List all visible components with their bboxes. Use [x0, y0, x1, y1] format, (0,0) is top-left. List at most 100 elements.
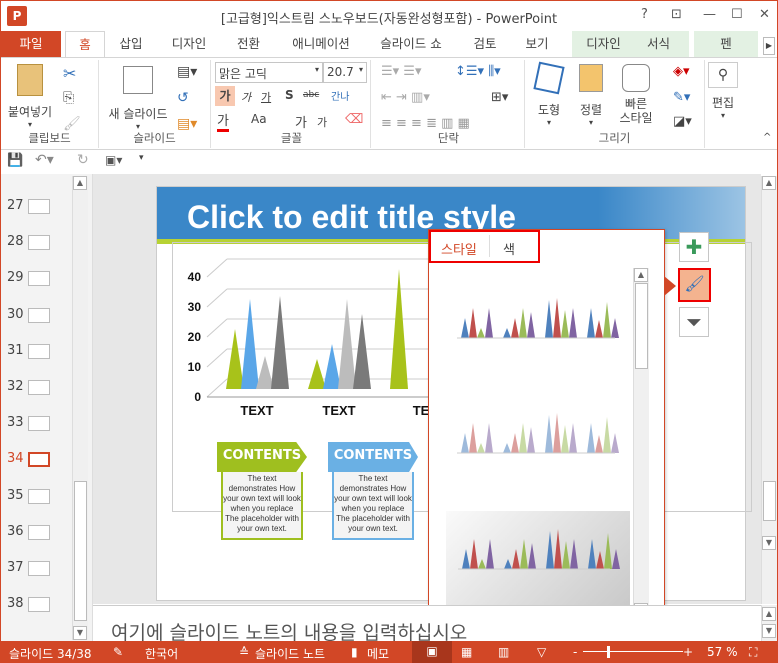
italic-button[interactable]: 가: [241, 89, 251, 105]
slide-thumbnail-27[interactable]: [28, 199, 50, 214]
tab-chart-design[interactable]: 디자인: [576, 31, 631, 57]
chart-style-option-1[interactable]: [445, 280, 635, 380]
fit-to-window-icon[interactable]: ⛶: [749, 645, 757, 660]
reading-view-button[interactable]: ▥: [498, 645, 509, 659]
tab-design[interactable]: 디자인: [164, 31, 214, 57]
scroll-up-icon[interactable]: ▲: [762, 176, 776, 190]
comments-button[interactable]: 메모: [367, 645, 389, 662]
scrollbar-thumb[interactable]: [74, 481, 87, 621]
indent-icon[interactable]: ⇤ ⇥ ▥▾: [381, 90, 430, 105]
tab-chart-format[interactable]: 서식: [636, 31, 681, 57]
tab-style[interactable]: 스타일: [441, 239, 477, 258]
chart-style-option-3[interactable]: [446, 511, 630, 613]
paste-button[interactable]: 붙여넣기 ▾: [7, 64, 53, 129]
shape-outline-icon[interactable]: ✎▾: [673, 90, 690, 105]
editing-button[interactable]: ⚲ 편집 ▾: [707, 62, 739, 120]
shape-effects-icon[interactable]: ◪▾: [673, 114, 692, 129]
reset-icon[interactable]: ↺: [177, 90, 189, 106]
notes-scrollbar[interactable]: ▲ ▼: [761, 605, 777, 641]
slide-thumbnail-38[interactable]: [28, 597, 50, 613]
bullets-icon[interactable]: ☰▾ ☰▾: [381, 64, 422, 79]
maximize-button[interactable]: ☐: [731, 7, 743, 22]
tab-review[interactable]: 검토: [465, 31, 505, 57]
notes-pane[interactable]: 여기에 슬라이드 노트의 내용을 입력하십시오: [93, 605, 761, 644]
scroll-up-icon[interactable]: ▲: [73, 176, 87, 190]
collapse-ribbon-icon[interactable]: ^: [763, 132, 771, 143]
tab-insert[interactable]: 삽입: [111, 31, 151, 57]
char-spacing-button[interactable]: 간나: [331, 88, 349, 103]
tab-pen[interactable]: 펜: [694, 31, 758, 57]
thumbnail-scrollbar[interactable]: ▲ ▼: [72, 176, 88, 640]
slide-sorter-button[interactable]: ▦: [461, 645, 472, 659]
underline-button[interactable]: 가: [261, 89, 271, 105]
notes-button[interactable]: 슬라이드 노트: [255, 645, 325, 662]
zoom-slider[interactable]: [583, 651, 683, 652]
slide-thumbnail-33[interactable]: [28, 416, 50, 432]
start-slideshow-icon[interactable]: ▣▾: [105, 153, 122, 167]
shadow-button[interactable]: S: [285, 88, 294, 102]
bold-button[interactable]: 가: [215, 86, 235, 106]
slide-thumbnail-34[interactable]: [28, 452, 50, 468]
slide-thumbnail-36[interactable]: [28, 524, 50, 540]
close-button[interactable]: ✕: [759, 7, 770, 22]
undo-icon[interactable]: ↶▾: [35, 152, 54, 168]
scrollbar-thumb[interactable]: [763, 481, 776, 521]
quick-styles-button[interactable]: 빠른 스타일: [613, 64, 659, 125]
ribbon-display-button[interactable]: ⊡: [671, 7, 682, 22]
slide-scrollbar[interactable]: ▲ ▼: [761, 176, 777, 604]
contents-box-1[interactable]: CONTENTS The text demonstrates How your …: [217, 442, 307, 544]
line-spacing-icon[interactable]: ↕☰▾ ⫼▾: [455, 64, 501, 79]
zoom-out-button[interactable]: -: [573, 645, 577, 659]
customize-qat-icon[interactable]: ▾: [139, 153, 144, 163]
chart-elements-button[interactable]: ✚: [679, 232, 709, 262]
scrollbar-thumb[interactable]: [635, 283, 648, 369]
help-button[interactable]: ?: [641, 7, 648, 22]
font-color-button[interactable]: 가: [217, 110, 229, 132]
font-name-select[interactable]: 맑은 고딕 ▾: [215, 62, 323, 83]
tab-animations[interactable]: 애니메이션: [286, 31, 356, 57]
shapes-button[interactable]: 도형 ▾: [529, 61, 569, 127]
redo-icon[interactable]: ↻: [77, 152, 89, 168]
spellcheck-icon[interactable]: ✎: [113, 645, 123, 659]
slide-thumbnail-37[interactable]: [28, 561, 50, 576]
tab-view[interactable]: 보기: [517, 31, 557, 57]
strikethrough-button[interactable]: abc: [303, 90, 319, 100]
grow-font-button[interactable]: 가: [295, 112, 307, 131]
align-icons[interactable]: ≡ ≡ ≡ ≣ ▥ ▦: [381, 116, 470, 131]
minimize-button[interactable]: —: [703, 7, 716, 22]
align-text-icon[interactable]: ⊞▾: [491, 90, 508, 105]
new-slide-button[interactable]: 새 슬라이드 ▾: [103, 64, 173, 131]
language-indicator[interactable]: 한국어: [145, 645, 178, 662]
shrink-font-button[interactable]: 가: [317, 114, 327, 130]
slide-thumbnail-31[interactable]: [28, 343, 50, 359]
contents-box-2[interactable]: CONTENTS The text demonstrates How your …: [328, 442, 418, 544]
slideshow-button[interactable]: ▽: [537, 645, 546, 659]
scissors-icon[interactable]: ✂: [63, 64, 76, 83]
chart-filters-button[interactable]: ⏷: [679, 307, 709, 337]
slide-thumbnail-35[interactable]: [28, 488, 50, 504]
tab-home[interactable]: 홈: [65, 31, 105, 58]
slide-thumbnail-32[interactable]: [28, 380, 50, 395]
tab-transitions[interactable]: 전환: [226, 31, 271, 57]
zoom-level[interactable]: 57 %: [707, 645, 738, 659]
slide-thumbnail-30[interactable]: [28, 307, 50, 323]
chart-style-option-2[interactable]: [445, 395, 635, 490]
change-case-button[interactable]: Aa: [251, 112, 267, 126]
copy-icon[interactable]: ⎘: [63, 90, 74, 106]
zoom-in-button[interactable]: +: [683, 645, 693, 659]
slide-thumbnail-29[interactable]: [28, 271, 50, 287]
scroll-up-icon[interactable]: ▲: [634, 268, 648, 282]
layout-icon[interactable]: ▤▾: [177, 64, 197, 80]
font-size-select[interactable]: 20.7 ▾: [323, 62, 367, 83]
tab-color[interactable]: 색: [503, 239, 515, 258]
chart-styles-button[interactable]: 🖌: [678, 268, 711, 302]
scroll-down-icon[interactable]: ▼: [73, 626, 87, 640]
popup-scrollbar[interactable]: ▲ ▼: [633, 268, 649, 618]
normal-view-button[interactable]: ▣: [412, 641, 452, 663]
tab-scroll-right[interactable]: ▶: [763, 37, 775, 55]
shape-fill-icon[interactable]: ◈▾: [673, 64, 690, 79]
clear-format-icon[interactable]: ⌫: [345, 112, 363, 127]
tab-slideshow[interactable]: 슬라이드 쇼: [371, 31, 451, 57]
arrange-button[interactable]: 정렬 ▾: [571, 64, 611, 127]
tab-file[interactable]: 파일: [1, 31, 61, 57]
